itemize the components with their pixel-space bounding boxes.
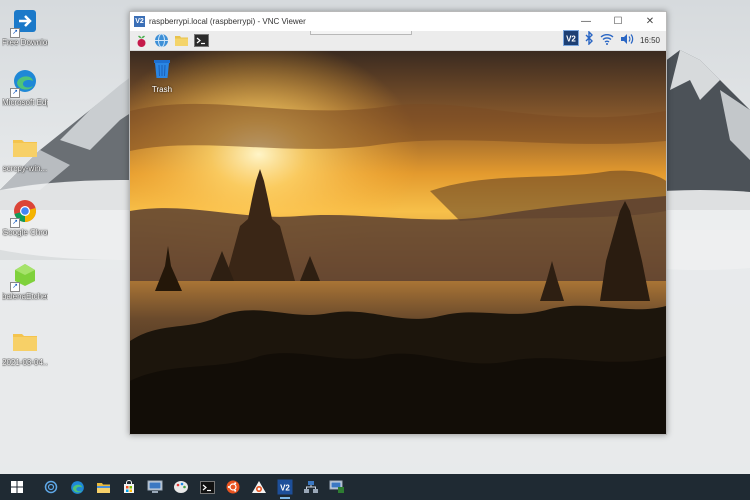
desktop-icon-label: Free Download... bbox=[2, 38, 48, 47]
folder-icon bbox=[10, 132, 40, 162]
windows-taskbar: V2 bbox=[0, 474, 750, 500]
file-manager-icon[interactable] bbox=[172, 32, 190, 49]
desktop-icon-chrome[interactable]: ↗ Google Chrome bbox=[2, 196, 48, 238]
network-icon[interactable] bbox=[298, 474, 324, 500]
wifi-icon[interactable] bbox=[600, 32, 614, 50]
desktop-icon-free-download[interactable]: ↗ Free Download... bbox=[2, 6, 48, 48]
vnc-icon[interactable]: V2 bbox=[562, 30, 579, 51]
file-explorer-icon[interactable] bbox=[90, 474, 116, 500]
minimize-button[interactable]: — bbox=[570, 12, 602, 31]
svg-text:V2: V2 bbox=[280, 484, 290, 493]
edge-icon[interactable] bbox=[64, 474, 90, 500]
close-button[interactable]: ✕ bbox=[634, 12, 666, 31]
panel-notch bbox=[310, 31, 412, 35]
volume-icon[interactable] bbox=[620, 32, 634, 50]
bluetooth-icon[interactable] bbox=[585, 30, 594, 50]
trash-desktop-icon[interactable]: Trash bbox=[146, 57, 178, 94]
cortana-icon[interactable] bbox=[38, 474, 64, 500]
trash-label: Trash bbox=[151, 85, 173, 94]
vnc-viewer-window[interactable]: V2 raspberrypi.local (raspberrypi) - VNC… bbox=[129, 11, 667, 435]
desktop-icon-label: scrcpy-win... bbox=[2, 164, 48, 173]
paint-icon[interactable] bbox=[168, 474, 194, 500]
window-titlebar[interactable]: V2 raspberrypi.local (raspberrypi) - VNC… bbox=[130, 12, 666, 31]
system-tray: V2 16:50 bbox=[562, 30, 660, 51]
desktop-icon-label: Microsoft Edge bbox=[2, 98, 48, 107]
desktop-icon-balena-etcher[interactable]: ↗ balenaEtcher bbox=[2, 260, 48, 302]
remote-wallpaper bbox=[130, 51, 666, 434]
chrome-icon: ↗ bbox=[10, 196, 40, 228]
folder-icon bbox=[10, 326, 40, 356]
computer-icon[interactable] bbox=[142, 474, 168, 500]
svg-text:V2: V2 bbox=[566, 35, 576, 44]
remote-desktop-icon[interactable] bbox=[324, 474, 350, 500]
desktop-icon-label: 2021-03-04... bbox=[2, 358, 48, 367]
edge-icon: ↗ bbox=[10, 66, 40, 98]
window-controls: — ☐ ✕ bbox=[570, 12, 666, 31]
trash-icon bbox=[154, 60, 170, 78]
download-app-icon: ↗ bbox=[10, 6, 40, 38]
ubuntu-icon[interactable] bbox=[220, 474, 246, 500]
terminal-icon[interactable] bbox=[194, 474, 220, 500]
terminal-icon[interactable] bbox=[192, 32, 210, 49]
windows-start-icon[interactable] bbox=[4, 474, 30, 500]
web-browser-icon[interactable] bbox=[152, 32, 170, 49]
vnc-app-icon: V2 bbox=[134, 16, 145, 27]
raspberry-menu-icon[interactable] bbox=[132, 32, 150, 49]
panel-clock[interactable]: 16:50 bbox=[640, 36, 660, 45]
desktop-icon-label: Google Chrome bbox=[2, 228, 48, 237]
raspberry-pi-panel: V2 16:50 bbox=[130, 30, 666, 51]
balena-etcher-icon: ↗ bbox=[10, 260, 40, 292]
desktop-icon-2021-folder[interactable]: 2021-03-04... bbox=[2, 326, 48, 368]
vnc-viewer-icon[interactable]: V2 bbox=[272, 474, 298, 500]
desktop-icon-scrcpy-folder[interactable]: scrcpy-win... bbox=[2, 132, 48, 174]
desktop-icon-label: balenaEtcher bbox=[2, 292, 48, 301]
store-icon[interactable] bbox=[116, 474, 142, 500]
desktop-icon-edge[interactable]: ↗ Microsoft Edge bbox=[2, 66, 48, 108]
ubuntu-app-icon[interactable] bbox=[246, 474, 272, 500]
maximize-button[interactable]: ☐ bbox=[602, 12, 634, 31]
remote-desktop-area[interactable]: Trash bbox=[130, 51, 666, 434]
window-title: raspberrypi.local (raspberrypi) - VNC Vi… bbox=[149, 17, 306, 26]
